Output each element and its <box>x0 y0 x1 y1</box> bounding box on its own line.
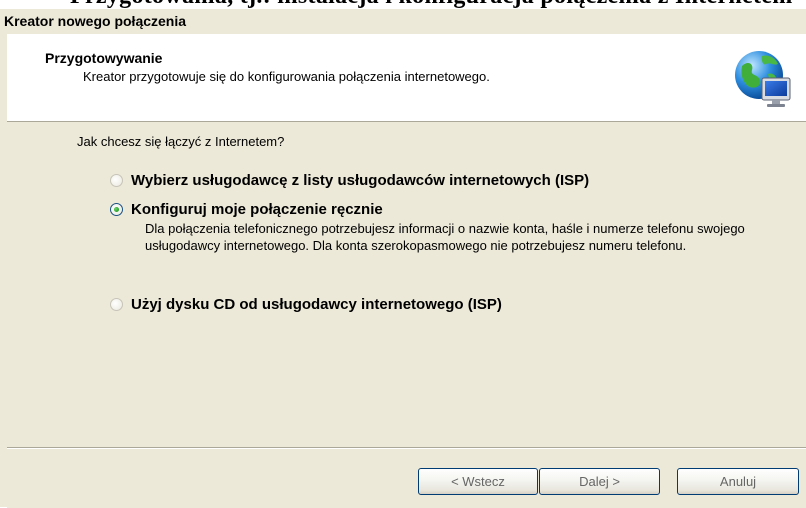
radio-choose-isp[interactable] <box>110 173 123 187</box>
wizard-button-bar: < Wstecz Dalej > Anuluj <box>7 447 806 508</box>
option-isp-cd[interactable]: Użyj dysku CD od usługodawcy internetowe… <box>110 294 502 314</box>
manual-setup-description: Dla połączenia telefonicznego potrzebuje… <box>145 221 745 253</box>
title-bar: Kreator nowego połączenia <box>0 9 806 33</box>
header-subtitle: Kreator przygotowuje się do konfigurowan… <box>83 69 490 84</box>
option-manual-setup-label[interactable]: Konfiguruj moje połączenie ręcznie <box>131 201 383 218</box>
option-choose-isp-label[interactable]: Wybierz usługodawcę z listy usługodawców… <box>131 172 589 189</box>
next-button[interactable]: Dalej > <box>539 468 660 495</box>
back-button[interactable]: < Wstecz <box>418 468 538 495</box>
option-choose-isp[interactable]: Wybierz usługodawcę z listy usługodawców… <box>110 170 589 190</box>
cancel-button[interactable]: Anuluj <box>677 468 799 495</box>
wizard-window: Kreator nowego połączenia Przygotowywani… <box>0 9 806 508</box>
cropped-heading-text: Przygotowania, tj.: instalacja i konfigu… <box>70 0 793 9</box>
network-globe-monitor-icon <box>735 51 791 107</box>
radio-isp-cd[interactable] <box>110 297 123 311</box>
option-isp-cd-label[interactable]: Użyj dysku CD od usługodawcy internetowe… <box>131 296 502 313</box>
option-manual-setup[interactable]: Konfiguruj moje połączenie ręcznie <box>110 199 383 219</box>
radio-manual-setup[interactable] <box>110 202 123 216</box>
wizard-content: Jak chcesz się łączyć z Internetem? Wybi… <box>7 122 806 446</box>
header-title: Przygotowywanie <box>45 50 163 66</box>
wizard-header: Przygotowywanie Kreator przygotowuje się… <box>7 34 806 122</box>
connection-question: Jak chcesz się łączyć z Internetem? <box>77 134 285 149</box>
cropped-document-heading: Przygotowania, tj.: instalacja i konfigu… <box>0 0 806 9</box>
window-title: Kreator nowego połączenia <box>4 13 187 29</box>
